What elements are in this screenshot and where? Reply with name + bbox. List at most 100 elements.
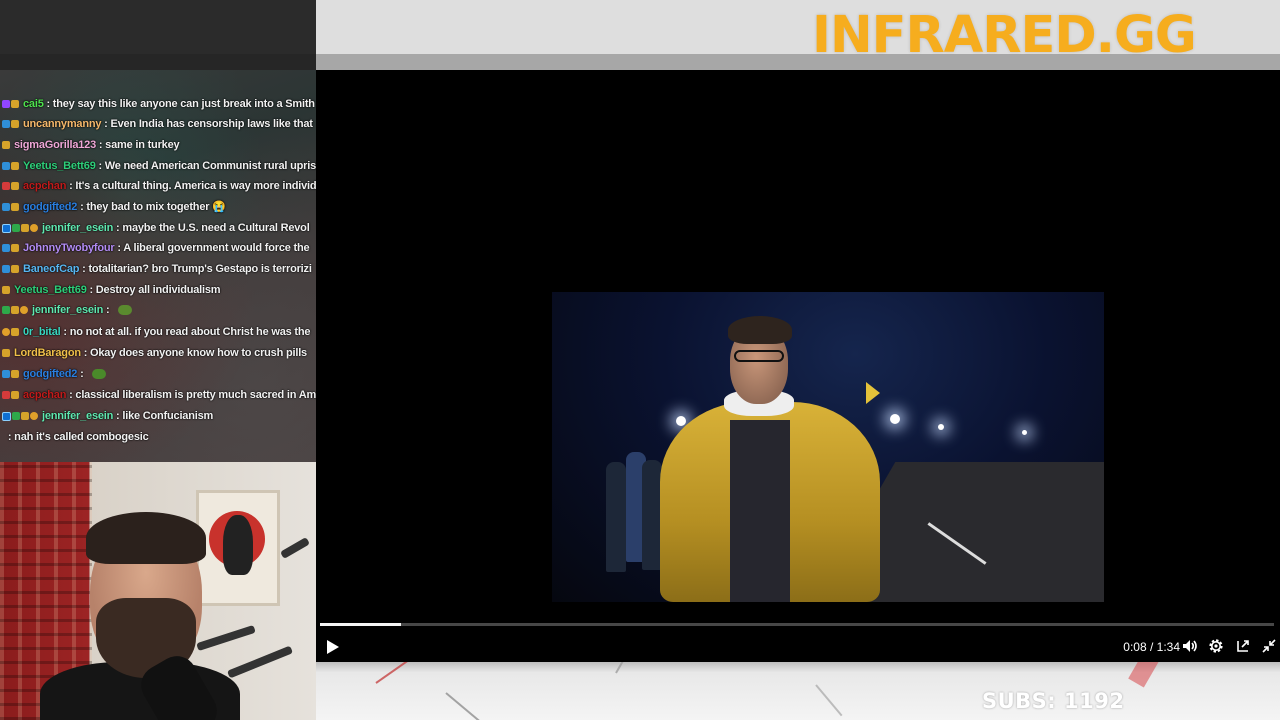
chat-badge-icon <box>2 100 10 109</box>
chat-text: : classical liberalism is pretty much sa… <box>66 389 320 401</box>
decorative-streak <box>1128 662 1174 688</box>
chat-badge-icon <box>11 265 19 274</box>
collapse-button[interactable] <box>1260 637 1278 655</box>
decorative-streak <box>375 662 434 684</box>
video-frame[interactable] <box>552 292 1104 602</box>
wall-pistol <box>280 537 310 559</box>
chat-badges <box>2 135 11 155</box>
chat-username[interactable]: godgifted2 <box>23 201 77 213</box>
chat-badge-icon <box>2 141 10 150</box>
chat-username[interactable]: acpchan <box>23 180 66 192</box>
chat-message: Yeetus_Bett69 : Destroy all individualis… <box>0 280 320 300</box>
chat-badge-icon <box>30 224 38 233</box>
video-person-shirt <box>730 420 790 602</box>
settings-button[interactable] <box>1207 637 1225 655</box>
chat-badges <box>2 406 39 426</box>
chat-username[interactable]: LordBaragon <box>14 347 81 359</box>
chat-username[interactable]: uncannymanny <box>23 118 101 130</box>
popout-button[interactable] <box>1234 637 1252 655</box>
chat-badge-icon <box>2 328 10 337</box>
chat-badge-icon <box>2 203 10 212</box>
turtle-emote-icon <box>92 369 107 380</box>
chat-message: cai5 : they say this like anyone can jus… <box>0 94 320 114</box>
streamer-hair <box>86 512 206 564</box>
chat-text: : like Confucianism <box>113 410 214 422</box>
video-streetlight <box>1022 430 1027 435</box>
video-person-hair <box>728 316 792 344</box>
chat-badge-icon <box>2 286 10 295</box>
video-streetlight <box>676 416 686 426</box>
chat-username[interactable]: BaneofCap <box>23 263 79 275</box>
play-button[interactable] <box>322 637 342 657</box>
chat-badge-icon <box>2 349 10 358</box>
brand-logo: INFRARED.GG <box>812 6 1197 65</box>
volume-button[interactable] <box>1181 637 1199 655</box>
chat-text: : <box>77 368 87 380</box>
wall-poster <box>196 490 280 606</box>
chat-overlay: cai5 : they say this like anyone can jus… <box>0 70 320 462</box>
poster-portrait <box>223 515 253 575</box>
chat-badges <box>2 238 20 258</box>
chat-badges <box>2 322 20 342</box>
chat-text: : totalitarian? bro Trump's Gestapo is t… <box>79 263 312 275</box>
chat-username[interactable]: cai5 <box>23 98 44 110</box>
progress-bar[interactable] <box>320 623 1274 626</box>
webcam-feed <box>0 462 320 720</box>
chat-text: : It's a cultural thing. America is way … <box>66 180 320 192</box>
chat-badges <box>2 259 20 279</box>
subs-counter: SUBS: 1192 <box>982 689 1125 713</box>
chat-badges <box>2 197 20 217</box>
chat-badge-icon <box>11 100 19 109</box>
chat-badge-icon <box>2 265 10 274</box>
chat-username[interactable]: Yeetus_Bett69 <box>14 284 87 296</box>
chat-text: : Destroy all individualism <box>86 284 221 296</box>
chat-badges <box>2 94 20 114</box>
chat-username[interactable]: godgifted2 <box>23 368 77 380</box>
chat-username[interactable]: Yeetus_Bett69 <box>23 160 96 172</box>
chat-badges <box>2 218 39 238</box>
time-readout: 0:08 / 1:34 <box>1123 640 1180 654</box>
chat-message: jennifer_esein : like Confucianism <box>0 406 320 426</box>
chat-text: : <box>103 304 113 316</box>
chat-text: : Even India has censorship laws like th… <box>101 118 313 130</box>
chat-badge-icon <box>2 306 10 315</box>
chat-username[interactable]: JohnnyTwobyfour <box>23 242 115 254</box>
chat-text: : same in turkey <box>96 139 180 151</box>
chat-username[interactable]: sigmaGorilla123 <box>14 139 96 151</box>
chat-message: uncannymanny : Even India has censorship… <box>0 114 320 134</box>
chat-badges <box>2 176 20 196</box>
chat-username[interactable]: jennifer_esein <box>42 410 113 422</box>
progress-fill <box>320 623 402 626</box>
chat-badge-icon <box>2 391 10 400</box>
video-player[interactable] <box>316 70 1280 662</box>
video-bystander <box>642 460 662 570</box>
play-icon <box>327 640 339 654</box>
video-flag <box>866 382 880 404</box>
video-person-glasses <box>734 350 784 362</box>
chat-badge-icon <box>12 224 20 233</box>
chat-badge-icon <box>30 412 38 421</box>
decorative-streak <box>815 684 843 717</box>
chat-username[interactable]: acpchan <box>23 389 66 401</box>
chat-badges <box>2 156 20 176</box>
chat-text: : they bad to mix together 😭 <box>77 201 226 213</box>
settings-icon <box>1209 639 1223 653</box>
chat-message: jennifer_esein : <box>0 300 320 320</box>
chat-username[interactable]: jennifer_esein <box>42 222 113 234</box>
chat-badge-icon <box>21 224 29 233</box>
chat-message: 0r_bital : no not at all. if you read ab… <box>0 322 320 342</box>
chat-username[interactable]: jennifer_esein <box>32 304 103 316</box>
chat-badge-icon <box>11 182 19 191</box>
chat-username[interactable]: 0r_bital <box>23 326 61 338</box>
chat-message: godgifted2 : <box>0 364 320 384</box>
chat-message: sigmaGorilla123 : same in turkey <box>0 135 320 155</box>
chat-badge-icon <box>2 370 10 379</box>
chat-badge-icon <box>11 391 19 400</box>
chat-badge-icon <box>2 182 10 191</box>
chat-badge-icon <box>20 306 28 315</box>
chat-text: : they say this like anyone can just bre… <box>43 98 315 110</box>
chat-text: : nah it's called combogesic <box>5 431 149 443</box>
video-bystander <box>606 462 626 572</box>
chat-message: BaneofCap : totalitarian? bro Trump's Ge… <box>0 259 320 279</box>
chat-badge-icon <box>11 162 19 171</box>
